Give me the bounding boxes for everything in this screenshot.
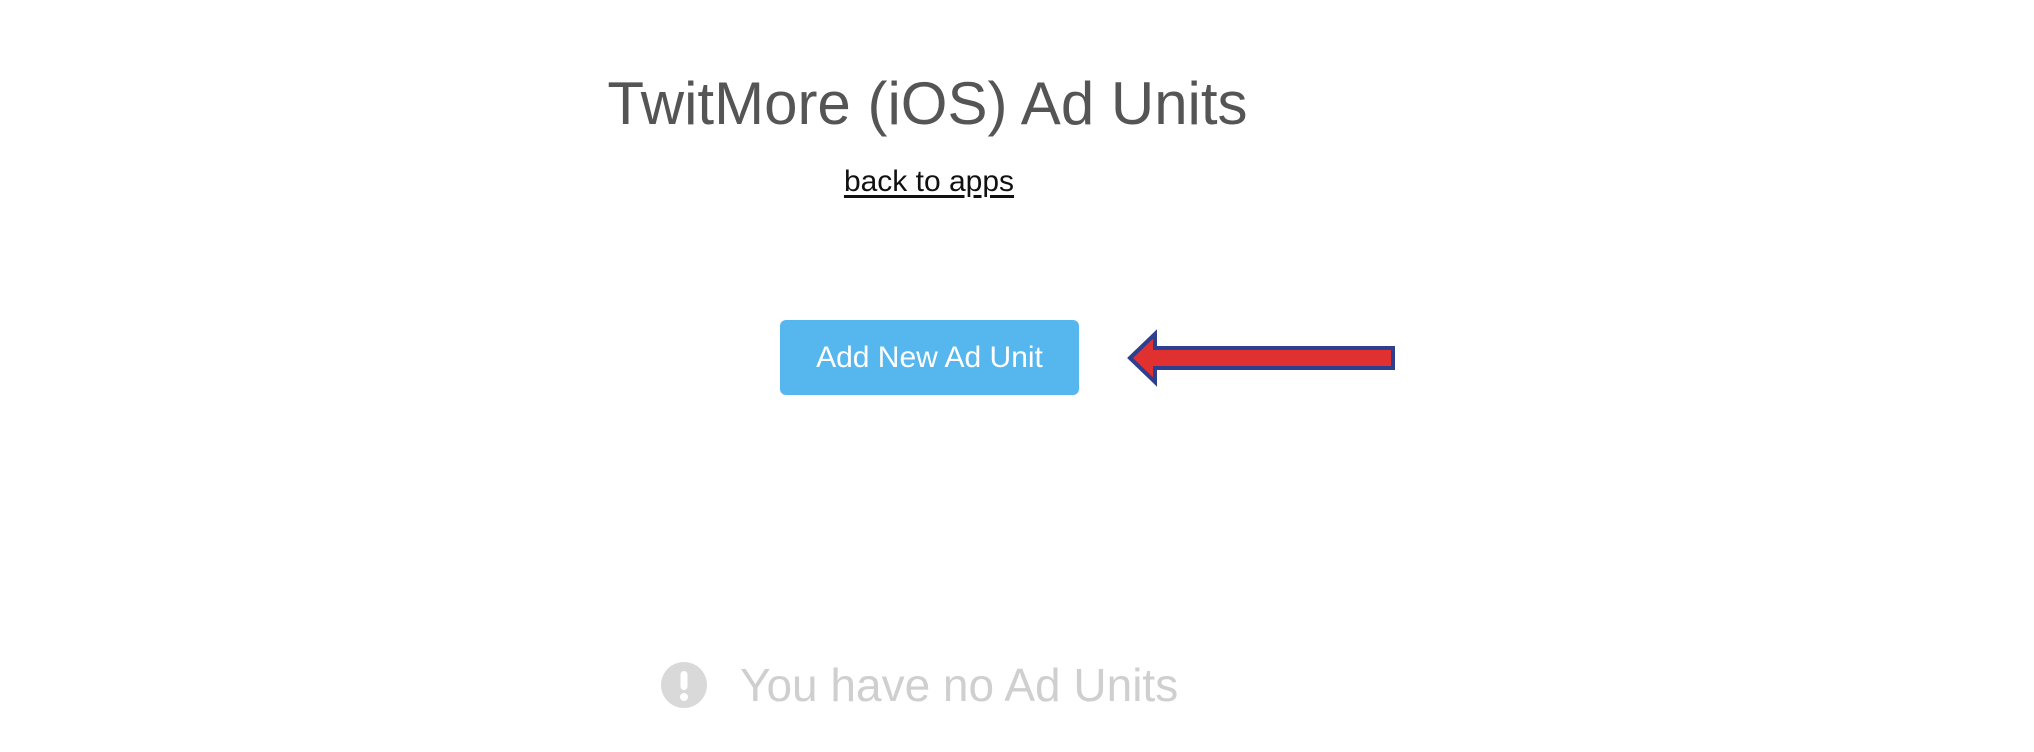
ad-units-page: TwitMore (iOS) Ad Units back to apps Add… [0, 0, 2034, 752]
exclamation-circle-icon [661, 662, 707, 708]
empty-state-message: You have no Ad Units [740, 659, 1179, 711]
page-title: TwitMore (iOS) Ad Units [607, 70, 1248, 137]
annotation-arrow-icon [1127, 329, 1395, 387]
empty-state: You have no Ad Units [660, 655, 1178, 715]
back-to-apps-link[interactable]: back to apps [829, 162, 1029, 202]
add-new-ad-unit-button[interactable]: Add New Ad Unit [780, 320, 1079, 395]
